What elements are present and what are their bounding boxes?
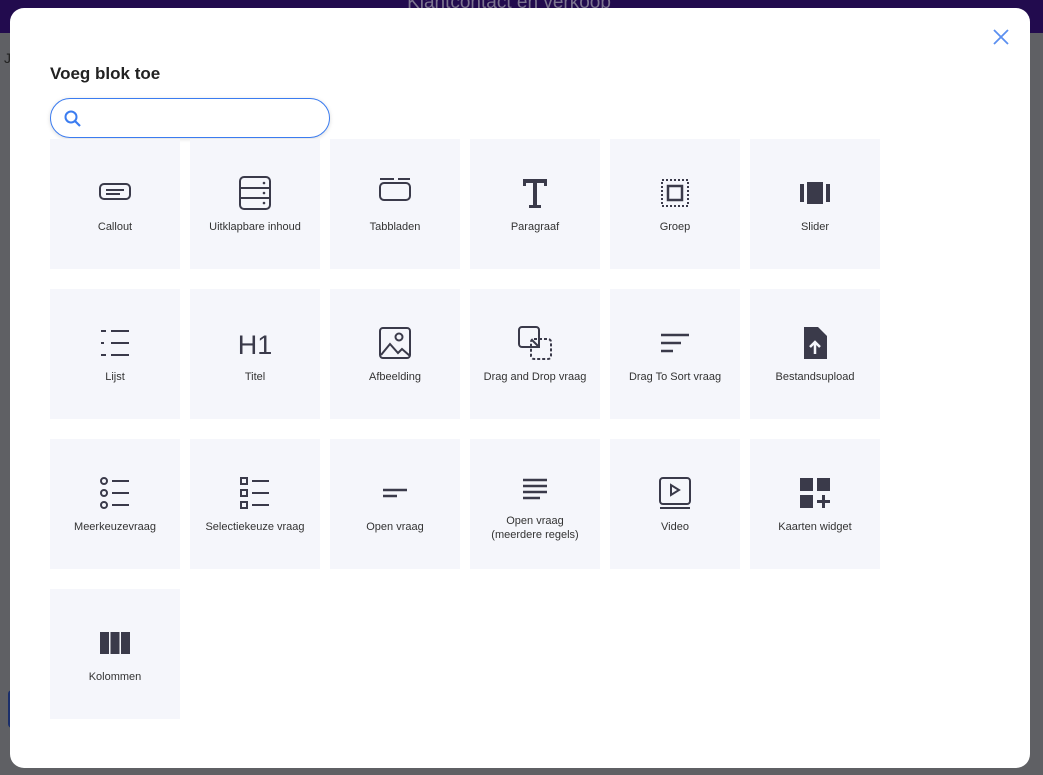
block-label: Kaarten widget <box>778 521 852 533</box>
block-label: Drag To Sort vraag <box>628 371 722 383</box>
block-label: Drag and Drop vraag <box>483 371 587 383</box>
block-selectiekeuze-vraag[interactable]: Selectiekeuze vraag <box>190 439 320 569</box>
block-kaarten-widget[interactable]: Kaarten widget <box>750 439 880 569</box>
modal-title: Voeg blok toe <box>50 64 161 83</box>
close-icon[interactable] <box>990 26 1012 48</box>
add-block-modal: Voeg blok toe Callout Uitklapbare inhoud T… <box>10 8 1030 768</box>
tabs-icon <box>379 178 411 201</box>
image-icon <box>379 327 411 359</box>
block-meerkeuzevraag[interactable]: Meerkeuzevraag <box>50 439 180 569</box>
drag-drop-icon <box>518 326 552 360</box>
video-icon <box>659 477 691 509</box>
block-label: Selectiekeuze vraag <box>205 521 305 533</box>
block-label: Titel <box>244 371 266 383</box>
block-label: Groep <box>659 221 691 233</box>
block-video[interactable]: Video <box>610 439 740 569</box>
block-kolommen[interactable]: Kolommen <box>50 589 180 719</box>
block-bestandsupload[interactable]: Bestandsupload <box>750 289 880 419</box>
accordion-icon <box>239 176 271 210</box>
heading-icon: H1 <box>238 330 273 360</box>
block-open-vraag[interactable]: Open vraag <box>330 439 460 569</box>
search-input[interactable] <box>91 105 316 131</box>
block-paragraaf[interactable]: Paragraaf <box>470 139 600 269</box>
block-label: Meerkeuzevraag <box>74 521 156 533</box>
list-icon <box>101 330 129 356</box>
block-label: Uitklapbare inhoud <box>209 221 301 233</box>
group-icon <box>661 179 689 207</box>
block-open-vraag-meerdere-regels[interactable]: Open vraag (meerdere regels) <box>470 439 600 569</box>
slider-icon <box>800 182 830 204</box>
block-label: Callout <box>97 221 133 233</box>
sort-icon <box>661 333 689 353</box>
block-label: Open vraag (meerdere regels) <box>491 515 579 541</box>
block-uitklapbare-inhoud[interactable]: Uitklapbare inhoud <box>190 139 320 269</box>
columns-icon <box>100 632 130 654</box>
block-afbeelding[interactable]: Afbeelding <box>330 289 460 419</box>
radio-list-icon <box>100 477 129 509</box>
search-icon <box>64 110 81 127</box>
block-label: Paragraaf <box>510 221 560 233</box>
block-label: Bestandsupload <box>775 371 855 383</box>
long-text-icon <box>523 478 547 500</box>
block-titel[interactable]: H1 Titel <box>190 289 320 419</box>
file-upload-icon <box>804 327 827 359</box>
block-label: Tabbladen <box>369 221 421 233</box>
block-groep[interactable]: Groep <box>610 139 740 269</box>
text-icon <box>523 179 547 208</box>
block-drag-to-sort-vraag[interactable]: Drag To Sort vraag <box>610 289 740 419</box>
block-label: Lijst <box>105 371 125 383</box>
block-label: Video <box>661 521 689 533</box>
cards-widget-icon <box>800 478 830 508</box>
block-label: Slider <box>800 221 830 233</box>
block-lijst[interactable]: Lijst <box>50 289 180 419</box>
short-text-icon <box>383 488 407 498</box>
block-label: Open vraag <box>366 521 424 533</box>
checkbox-list-icon <box>240 477 269 509</box>
svg-text:H1: H1 <box>238 330 273 360</box>
block-drag-and-drop-vraag[interactable]: Drag and Drop vraag <box>470 289 600 419</box>
block-callout[interactable]: Callout <box>50 139 180 269</box>
block-tabbladen[interactable]: Tabbladen <box>330 139 460 269</box>
block-label: Kolommen <box>88 671 142 683</box>
callout-icon <box>99 183 131 200</box>
search-field[interactable] <box>50 98 330 138</box>
block-slider[interactable]: Slider <box>750 139 880 269</box>
block-label: Afbeelding <box>369 371 421 383</box>
